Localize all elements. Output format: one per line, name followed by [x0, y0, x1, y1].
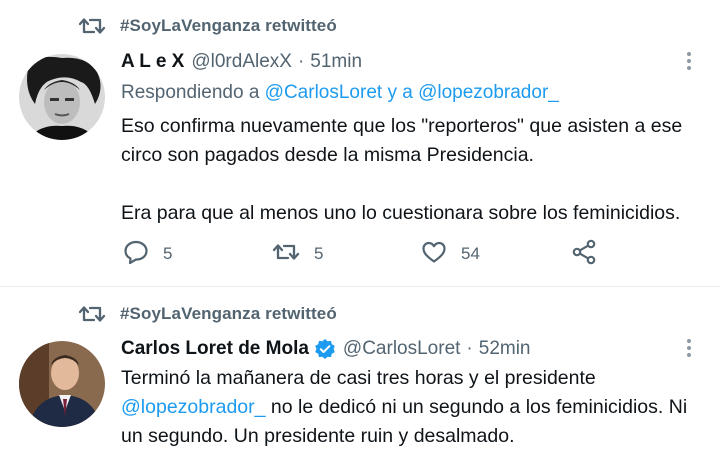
user-handle[interactable]: @CarlosLoret [343, 338, 461, 360]
separator-dot: · [297, 51, 305, 72]
reply-mentions-link[interactable]: @CarlosLoret y a @lopezobrador_ [265, 82, 559, 104]
retweet-context: #SoyLaVenganza retwitteó [78, 11, 337, 41]
timestamp[interactable]: 52min [479, 338, 531, 360]
share-button[interactable] [571, 238, 597, 270]
tweet-text-start: Terminó la mañanera de casi tres horas y… [121, 367, 596, 389]
retweeted-by-label[interactable]: #SoyLaVenganza retwitteó [120, 304, 337, 324]
tweet-paragraph: Terminó la mañanera de casi tres horas y… [121, 364, 711, 451]
more-vertical-icon[interactable] [686, 52, 692, 74]
display-name[interactable]: A L e X [121, 51, 184, 73]
retweet-icon [272, 240, 300, 269]
like-count: 54 [461, 244, 480, 263]
tweet-actions: 5 5 54 [121, 238, 621, 270]
mention-link[interactable]: @lopezobrador_ [121, 396, 265, 418]
tweet-text: Terminó la mañanera de casi tres horas y… [121, 364, 711, 451]
display-name[interactable]: Carlos Loret de Mola [121, 338, 309, 360]
tweet-header: Carlos Loret de Mola @CarlosLoret · 52mi… [121, 334, 531, 364]
retweet-context: #SoyLaVenganza retwitteó [78, 299, 337, 329]
avatar[interactable] [19, 54, 105, 140]
tweet-header: A L e X @l0rdAlexX · 51min [121, 47, 362, 77]
replying-to: Respondiendo a @CarlosLoret y a @lopezob… [121, 78, 559, 108]
reply-icon [123, 239, 149, 270]
retweet-count: 5 [314, 244, 324, 263]
timestamp[interactable]: 51min [310, 51, 362, 73]
tweet-item[interactable]: #SoyLaVenganza retwitteó A L e X @l0rdAl… [0, 0, 720, 287]
share-icon [571, 239, 597, 270]
tweet-paragraph: Eso confirma nuevamente que los "reporte… [121, 115, 683, 166]
avatar[interactable] [19, 341, 105, 427]
replying-to-label: Respondiendo a [121, 82, 260, 103]
user-handle[interactable]: @l0rdAlexX [191, 51, 292, 73]
verified-badge-icon [314, 338, 336, 360]
separator-dot: · [466, 338, 473, 359]
retweet-icon [78, 14, 106, 38]
tweet-paragraph: Era para que al menos uno lo cuestionara… [121, 202, 681, 224]
retweet-icon [78, 302, 106, 326]
tweet-text: Eso confirma nuevamente que los "reporte… [121, 112, 711, 228]
retweeted-by-label[interactable]: #SoyLaVenganza retwitteó [120, 16, 337, 36]
tweet-item[interactable]: #SoyLaVenganza retwitteó Carlos Loret de… [0, 287, 720, 452]
reply-button[interactable]: 5 [123, 238, 172, 270]
reply-count: 5 [163, 244, 173, 263]
more-vertical-icon[interactable] [686, 339, 692, 361]
like-button[interactable]: 54 [421, 238, 480, 270]
retweet-button[interactable]: 5 [272, 238, 323, 270]
heart-icon [421, 239, 447, 270]
